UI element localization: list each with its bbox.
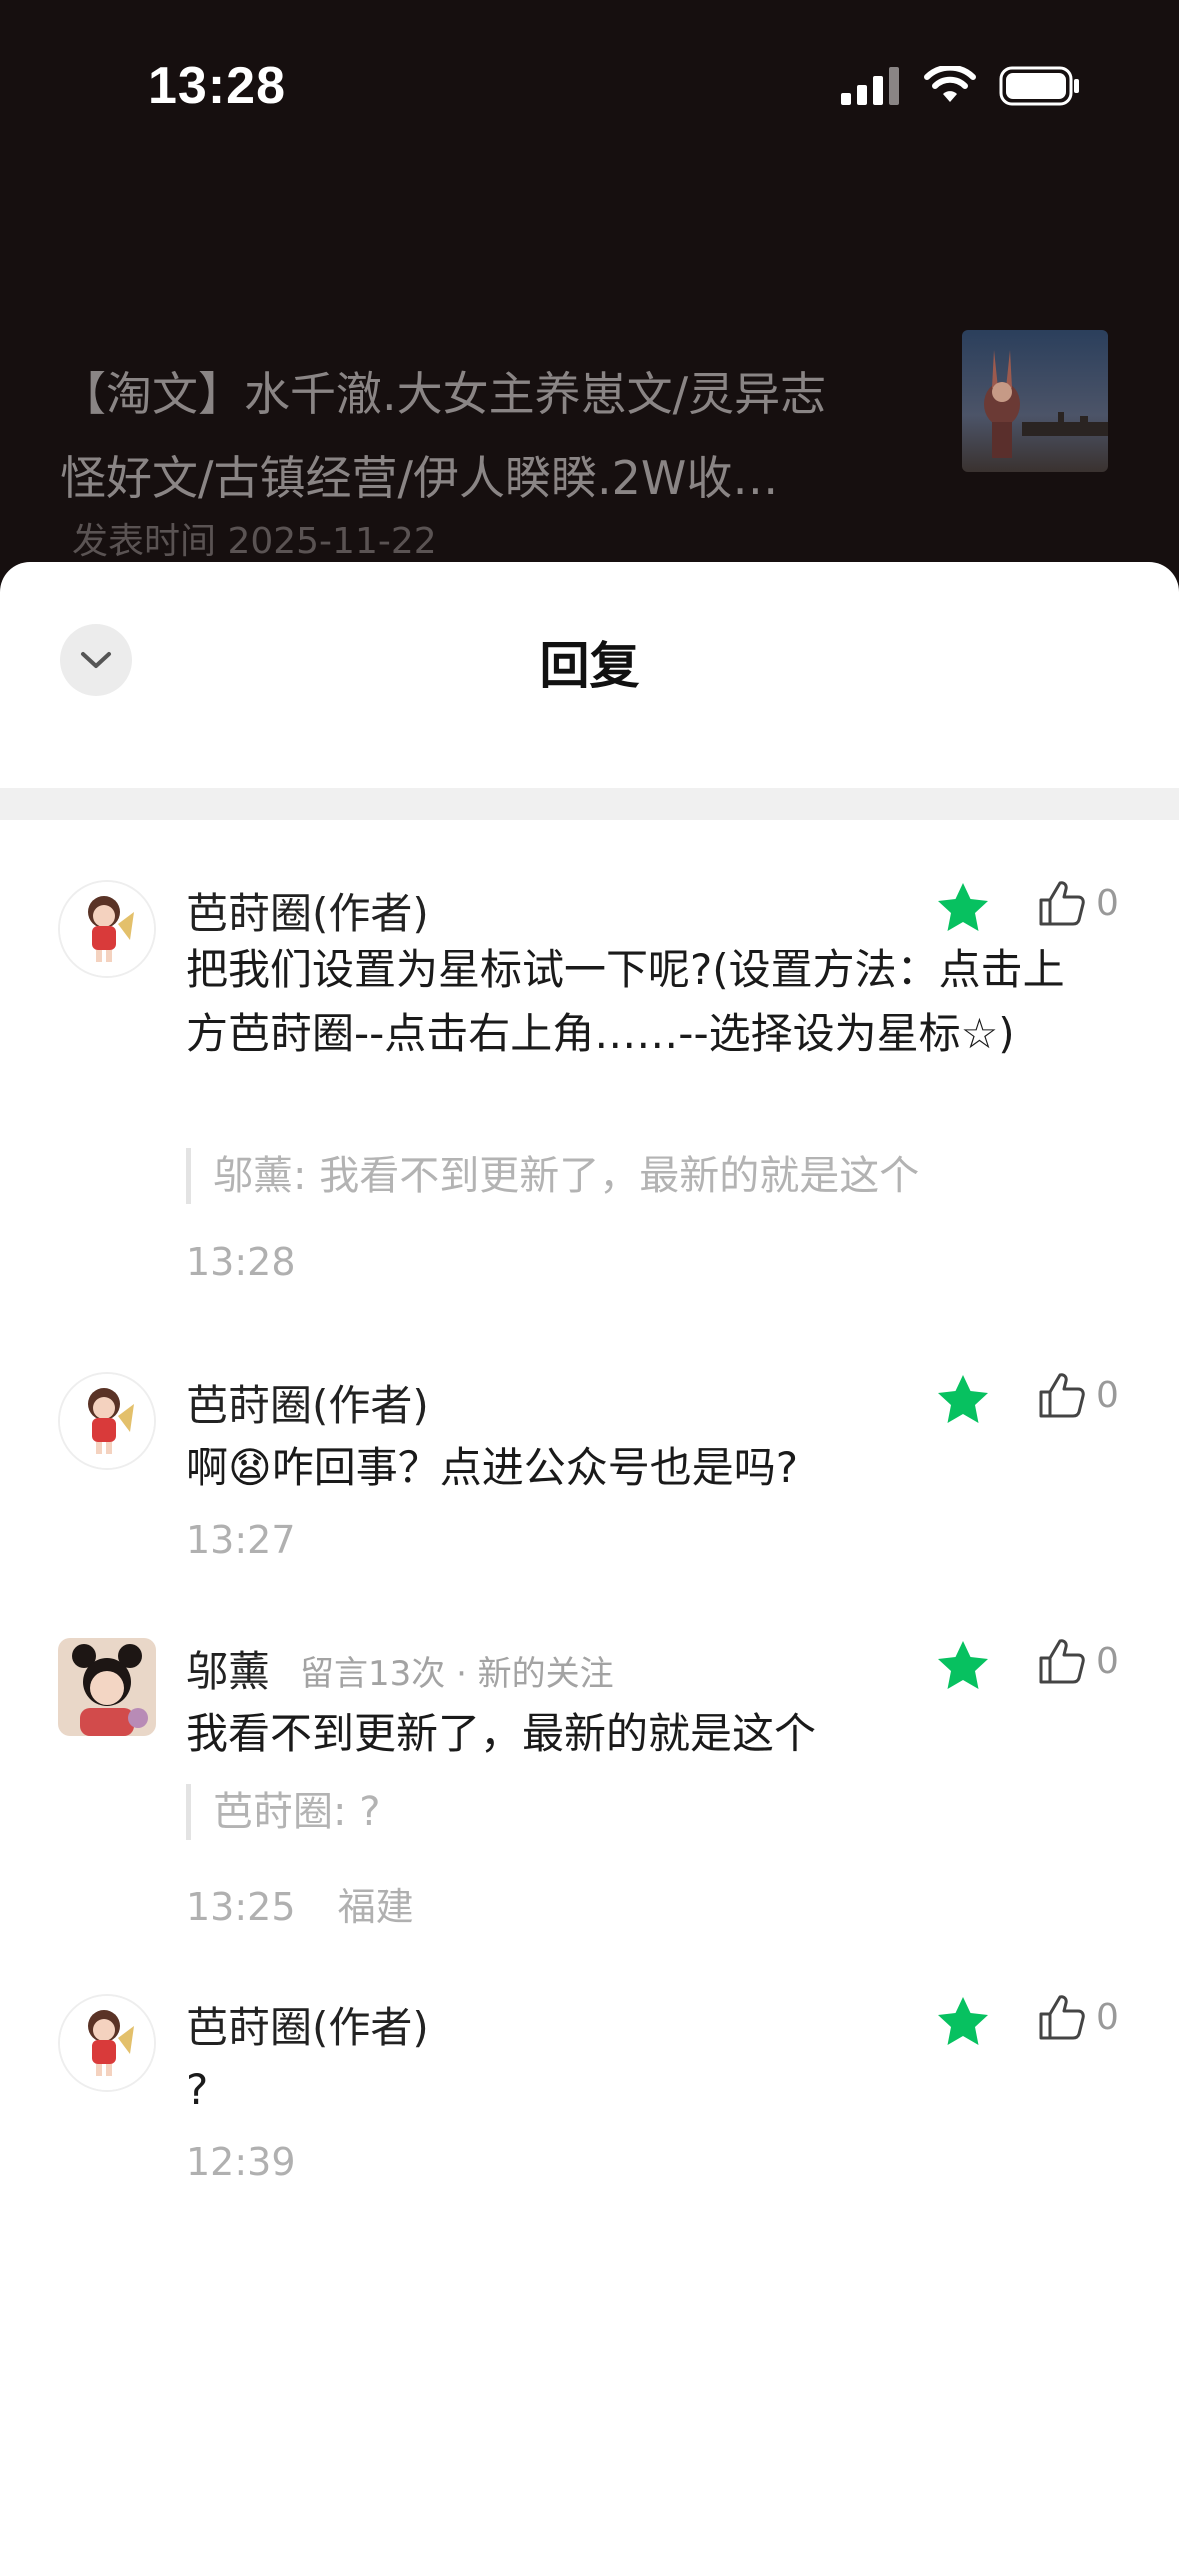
status-time: 13:28 <box>148 57 286 115</box>
comment-time-value: 13:27 <box>186 1518 296 1562</box>
comment-time: 13:28 <box>186 1240 296 1284</box>
like-count: 0 <box>1096 882 1119 924</box>
like-button[interactable]: 0 <box>1036 1370 1119 1420</box>
article-title[interactable]: 【淘文】水千澈.大女主养崽文/灵异志 怪好文/古镇经营/伊人睽睽.2W收… <box>60 352 900 520</box>
comment-time: 13:25 福建 <box>186 1876 414 1931</box>
commenter-name[interactable]: 芭莳圈(作者) <box>186 1994 429 2055</box>
avatar[interactable] <box>58 880 156 978</box>
like-button[interactable]: 0 <box>1036 1992 1119 2042</box>
commenter-name[interactable]: 芭莳圈(作者) <box>186 1372 429 1433</box>
article-date: 发表时间 2025-11-22 <box>72 521 437 562</box>
comment-time: 13:27 <box>186 1518 296 1562</box>
comment-time-value: 13:28 <box>186 1240 296 1284</box>
quoted-reply[interactable]: 邬薰: 我看不到更新了，最新的就是这个 <box>186 1148 919 1204</box>
comment-time-value: 12:39 <box>186 2140 296 2184</box>
reply-sheet: 回复 芭莳圈(作者) 0 把我们设置为星标试一下呢?(设置方法：点击上方芭莳圈-… <box>0 562 1179 2556</box>
comment-text: 啊😧咋回事？点进公众号也是吗? <box>186 1443 799 1492</box>
star-icon[interactable] <box>935 1372 991 1428</box>
thumbs-up-icon <box>1039 1995 1085 2040</box>
like-count: 0 <box>1096 1996 1119 2038</box>
avatar[interactable] <box>58 1994 156 2092</box>
like-button[interactable]: 0 <box>1036 1636 1119 1686</box>
star-icon[interactable] <box>935 880 991 936</box>
comment-text: ? <box>186 2065 209 2114</box>
sheet-title: 回复 <box>539 637 640 695</box>
thumbs-up-icon <box>1039 1639 1085 1684</box>
comment-location: 福建 <box>337 1885 414 1929</box>
avatar[interactable] <box>58 1372 156 1470</box>
comment-time: 12:39 <box>186 2140 296 2184</box>
section-divider <box>0 788 1179 820</box>
quoted-reply[interactable]: 芭莳圈: ? <box>186 1784 380 1840</box>
like-button[interactable]: 0 <box>1036 878 1119 928</box>
commenter-name[interactable]: 邬薰 <box>186 1638 270 1699</box>
sheet-header: 回复 <box>0 562 1179 788</box>
star-icon[interactable] <box>935 1638 991 1694</box>
battery-icon <box>999 66 1079 106</box>
comment-time-value: 13:25 <box>186 1885 296 1929</box>
star-icon[interactable] <box>935 1994 991 2050</box>
status-icons <box>841 64 1081 108</box>
like-count: 0 <box>1096 1374 1119 1416</box>
thumbs-up-icon <box>1039 1373 1085 1418</box>
commenter-name[interactable]: 芭莳圈(作者) <box>186 880 429 941</box>
commenter-meta: 留言13次 · 新的关注 <box>300 1654 614 1694</box>
avatar[interactable] <box>58 1638 156 1736</box>
comment-text: 我看不到更新了，最新的就是这个 <box>186 1709 817 1758</box>
status-bar: 13:28 <box>0 0 1179 170</box>
comment-text: 把我们设置为星标试一下呢?(设置方法：点击上方芭莳圈--点击右上角……--选择设… <box>186 945 1065 1058</box>
thumbs-up-icon <box>1039 881 1085 926</box>
signal-icon <box>841 67 899 105</box>
like-count: 0 <box>1096 1640 1119 1682</box>
wifi-icon <box>924 66 976 102</box>
article-thumbnail[interactable] <box>962 330 1108 472</box>
